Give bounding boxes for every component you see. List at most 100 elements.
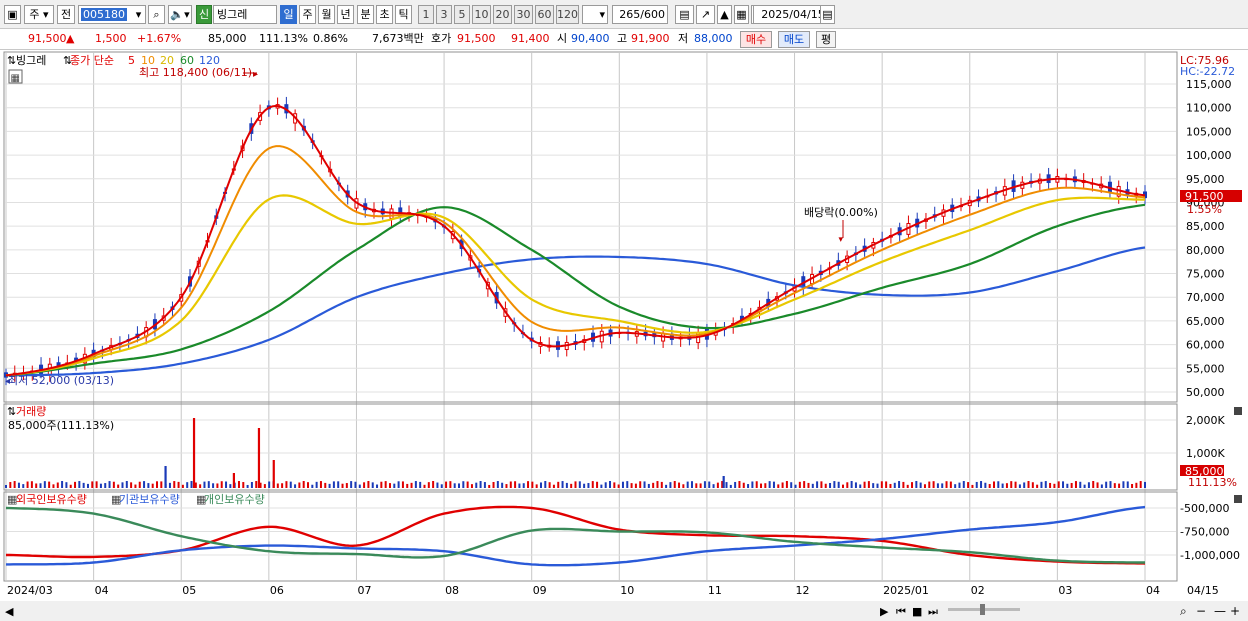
ask-label: 호가 [431, 32, 452, 45]
volume-bar [872, 483, 875, 488]
interval-10-button[interactable]: 10 [472, 5, 491, 24]
volume-panel-close-icon[interactable] [1234, 407, 1242, 415]
x-tick-label: 04 [95, 584, 109, 597]
volume-bar [397, 481, 400, 488]
legend-drag-icon[interactable]: ⇅ [7, 54, 16, 67]
volume-bar [1010, 481, 1013, 488]
last-icon[interactable]: ⏭ [928, 605, 938, 618]
zoom-search-icon[interactable]: ⌕ [1180, 604, 1187, 618]
volume-bar [617, 484, 620, 488]
low-annotation: 최저 52,000 (03/13) [8, 374, 114, 387]
interval-3-button[interactable]: 3 [436, 5, 452, 24]
count-input[interactable]: 265/600 [612, 5, 668, 24]
draw-tool-icon[interactable]: ↗ [696, 5, 715, 24]
speaker-icon[interactable]: 🔈▾ [168, 5, 192, 24]
volume-bar [181, 484, 184, 488]
volume-bar [216, 483, 219, 488]
period-second-button[interactable]: 초 [376, 5, 393, 24]
volume-bar [682, 484, 685, 488]
x-tick-label: 03 [1058, 584, 1072, 597]
period-month-button[interactable]: 월 [318, 5, 335, 24]
quote-bar: 91,500 ▲ 1,500 +1.67% 85,000 111.13% 0.8… [0, 29, 1248, 50]
stock-chart[interactable]: 115,000110,000105,000100,00095,00090,000… [0, 50, 1248, 621]
volume-bar [281, 483, 284, 488]
interval-30-button[interactable]: 30 [514, 5, 533, 24]
volume-bar [48, 481, 51, 488]
price-y-tick: 115,000 [1186, 78, 1232, 91]
volume-spike-bar [164, 466, 167, 488]
volume-bar [82, 482, 85, 488]
volume-bar [630, 483, 633, 488]
interval-1-button[interactable]: 1 [418, 5, 434, 24]
market-select[interactable]: 주 ▾ [24, 5, 54, 24]
volume-bar [1139, 481, 1142, 488]
save-icon[interactable]: ▦ [734, 5, 749, 24]
period-tick-button[interactable]: 틱 [395, 5, 412, 24]
prev-button[interactable]: 전 [57, 5, 75, 24]
market-label: 주 [29, 8, 40, 21]
volume-bar [988, 484, 991, 488]
search-icon[interactable]: ⌕ [148, 5, 165, 24]
volume-bar [173, 481, 176, 488]
volume-bar [945, 481, 948, 488]
new-listing-badge: 신 [196, 5, 212, 24]
volume-bar [285, 481, 288, 488]
scroll-right-icon[interactable]: ▶ [880, 605, 889, 618]
volume-bar [95, 481, 98, 488]
interval-120-button[interactable]: 120 [556, 5, 579, 24]
volume-drag-icon[interactable]: ⇅ [7, 405, 16, 418]
volume-bar [919, 482, 922, 488]
zoom-slider-thumb[interactable] [980, 604, 985, 615]
volume-bar [242, 482, 245, 488]
interval-20-button[interactable]: 20 [493, 5, 512, 24]
volume-bar [984, 482, 987, 488]
avg-price-button[interactable]: 평 [816, 31, 836, 48]
period-year-button[interactable]: 년 [337, 5, 354, 24]
volume-bar [742, 482, 745, 488]
interval-60-button[interactable]: 60 [535, 5, 554, 24]
chevron-down-icon: ▾ [43, 8, 49, 21]
zoom-reset-icon[interactable]: — [1214, 604, 1226, 618]
volume-bar [898, 481, 901, 488]
volume-bar [22, 484, 25, 488]
zoom-in-icon[interactable]: + [1230, 604, 1240, 618]
code-dropdown-icon[interactable]: ▾ [132, 5, 146, 24]
volume-y-tick: 2,000K [1186, 414, 1225, 427]
period-day-button[interactable]: 일 [280, 5, 297, 24]
scroll-left-icon[interactable]: ◀ [5, 605, 14, 618]
sell-button[interactable]: 매도 [778, 31, 810, 48]
interval-5-button[interactable]: 5 [454, 5, 470, 24]
volume-bar [604, 482, 607, 488]
high-label: 고 [617, 32, 628, 45]
volume-bar [1083, 484, 1086, 488]
buy-button[interactable]: 매수 [740, 31, 772, 48]
holding-panel-close-icon[interactable] [1234, 495, 1242, 503]
volume-bar [807, 482, 810, 488]
x-tick-label: 09 [533, 584, 547, 597]
volume-bar [61, 481, 64, 488]
stop-icon[interactable]: ■ [912, 605, 922, 618]
price-y-tick: 75,000 [1186, 268, 1225, 281]
layout-icon[interactable]: ▣ [4, 5, 21, 24]
interval-custom-select[interactable]: ▾ [582, 5, 608, 24]
chart-type-icon[interactable]: ▲ [717, 5, 732, 24]
volume-bar [725, 482, 728, 488]
chart-toolbar: ▣ 주 ▾ 전 005180 ▾ ⌕ 🔈▾ 신 빙그레 일 주 월 년 분 초 … [0, 0, 1248, 29]
bottom-scrollbar[interactable] [0, 601, 1248, 621]
volume-bar [1031, 482, 1034, 488]
volume-bar [99, 483, 102, 488]
volume-bar [1079, 481, 1082, 488]
volume-bar [997, 481, 1000, 488]
period-week-button[interactable]: 주 [299, 5, 316, 24]
volume-spike-bar [192, 418, 196, 488]
zoom-out-icon[interactable]: − [1196, 604, 1206, 618]
indicator-icon[interactable]: ▤ [675, 5, 694, 24]
volume-bar [475, 482, 478, 488]
volume-bar [445, 481, 448, 488]
period-minute-button[interactable]: 분 [357, 5, 374, 24]
calendar-icon[interactable]: ▤ [820, 5, 835, 24]
first-icon[interactable]: ⏮ [896, 605, 906, 618]
volume-bar [514, 481, 517, 488]
volume-bar [1109, 481, 1112, 488]
count-value: 265 [619, 8, 641, 21]
